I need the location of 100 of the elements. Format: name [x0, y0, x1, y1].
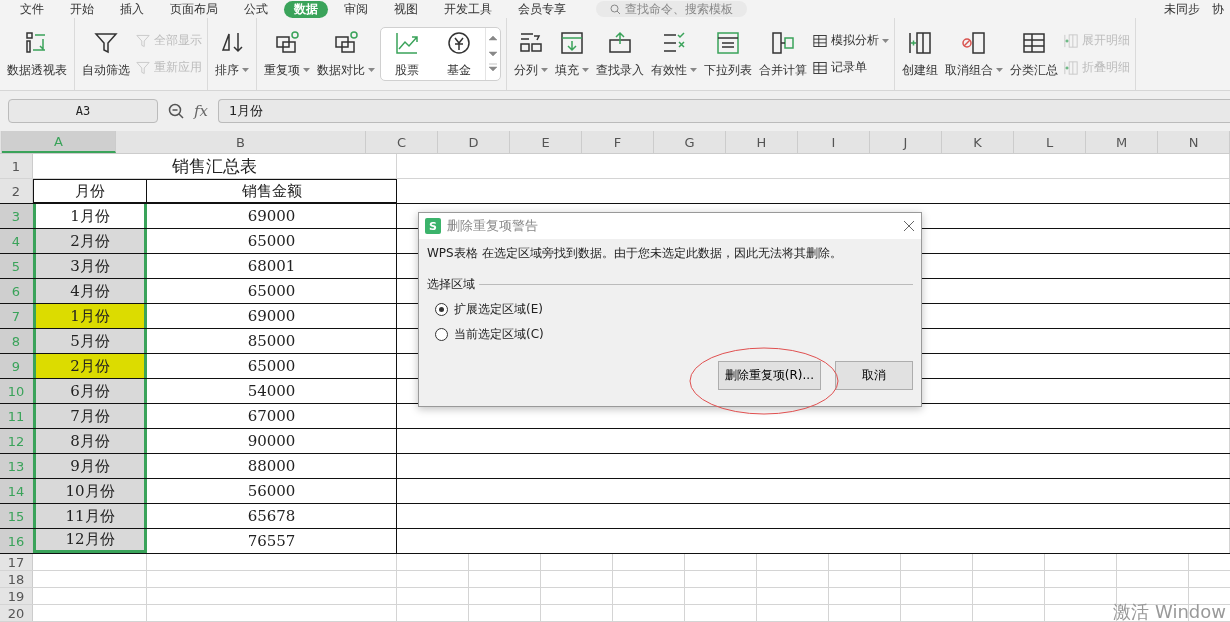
gallery-item[interactable]: 股票 — [381, 28, 433, 80]
dialog-title: 删除重复项警告 — [447, 217, 538, 235]
collab-button[interactable]: 协 — [1212, 0, 1230, 18]
ribbon-button[interactable]: 分列 — [512, 25, 550, 83]
month-cell[interactable]: 10月份 — [33, 479, 147, 503]
amount-cell[interactable]: 65000 — [147, 279, 397, 303]
scroll-arrows-icon[interactable] — [489, 34, 497, 74]
ribbon-button[interactable]: 取消组合 — [943, 25, 1005, 83]
column-header[interactable]: I — [798, 131, 870, 153]
month-cell[interactable]: 4月份 — [33, 279, 147, 303]
amount-cell[interactable]: 69000 — [147, 204, 397, 228]
ribbon-button[interactable]: 模拟分析 — [812, 32, 889, 49]
month-cell[interactable]: 12月份 — [33, 529, 147, 553]
ribbon-button[interactable]: 填充 — [553, 25, 591, 83]
amount-cell[interactable]: 65678 — [147, 504, 397, 528]
close-icon[interactable] — [903, 220, 915, 232]
month-cell[interactable]: 5月份 — [33, 329, 147, 353]
row-header[interactable]: 2 — [0, 179, 33, 203]
ribbon-button[interactable]: 记录单 — [812, 59, 889, 76]
amount-cell[interactable]: 85000 — [147, 329, 397, 353]
menu-tab[interactable]: 审阅 — [334, 0, 378, 18]
column-header[interactable]: C — [366, 131, 438, 153]
overlap-squares-icon — [333, 29, 359, 56]
column-header[interactable]: J — [870, 131, 942, 153]
row-header[interactable]: 20 — [0, 605, 33, 621]
column-header[interactable]: H — [726, 131, 798, 153]
menu-tab[interactable]: 会员专享 — [508, 0, 576, 18]
amount-cell[interactable]: 65000 — [147, 354, 397, 378]
month-cell[interactable]: 2月份 — [33, 229, 147, 253]
list-window-icon — [715, 29, 741, 56]
sync-status[interactable]: 未同步 — [1164, 0, 1206, 18]
column-header[interactable]: B — [116, 131, 366, 153]
amount-cell[interactable]: 67000 — [147, 404, 397, 428]
ribbon-button[interactable]: 数据透视表 — [5, 25, 69, 83]
amount-cell[interactable]: 76557 — [147, 529, 397, 553]
caret-icon — [690, 68, 697, 72]
funnel-icon — [135, 59, 151, 76]
coin-icon — [446, 29, 472, 56]
column-header[interactable]: K — [942, 131, 1014, 153]
name-box[interactable]: A3 — [8, 99, 158, 123]
menu-tab[interactable]: 视图 — [384, 0, 428, 18]
month-cell[interactable]: 11月份 — [33, 504, 147, 528]
amount-cell[interactable]: 68001 — [147, 254, 397, 278]
amount-cell[interactable]: 65000 — [147, 229, 397, 253]
caret-icon — [541, 68, 548, 72]
ribbon-button[interactable]: 有效性 — [649, 25, 699, 83]
column-header[interactable]: M — [1086, 131, 1158, 153]
column-header[interactable]: N — [1158, 131, 1230, 153]
month-cell[interactable]: 8月份 — [33, 429, 147, 453]
ribbon-button[interactable]: 排序 — [213, 25, 251, 83]
ribbon-button[interactable]: 分类汇总 — [1008, 25, 1060, 83]
menu-tab[interactable]: 页面布局 — [160, 0, 228, 18]
amount-cell[interactable]: 88000 — [147, 454, 397, 478]
table-icon — [812, 59, 828, 76]
amount-cell[interactable]: 56000 — [147, 479, 397, 503]
cancel-button[interactable]: 取消 — [835, 361, 913, 390]
table-icon — [812, 32, 828, 49]
ribbon-button[interactable]: 创建组 — [900, 25, 940, 83]
gallery-item[interactable]: 基金 — [433, 28, 485, 80]
zoom-icon[interactable] — [168, 103, 184, 119]
column-header[interactable]: E — [510, 131, 582, 153]
activation-notice: 激活 Window — [1113, 602, 1226, 622]
row-header[interactable]: 1 — [0, 154, 33, 178]
month-cell[interactable]: 1月份 — [33, 204, 147, 228]
month-cell[interactable]: 6月份 — [33, 379, 147, 403]
column-header[interactable]: F — [582, 131, 654, 153]
column-header[interactable]: L — [1014, 131, 1086, 153]
amount-cell[interactable]: 90000 — [147, 429, 397, 453]
month-cell[interactable]: 9月份 — [33, 454, 147, 478]
formula-field[interactable]: 1月份 — [218, 99, 1230, 123]
month-cell[interactable]: 2月份 — [33, 354, 147, 378]
menu-tab[interactable]: 开始 — [60, 0, 104, 18]
caret-icon — [996, 68, 1003, 72]
radio-option[interactable]: 当前选定区域(C) — [435, 326, 913, 343]
ribbon-button[interactable]: 重复项 — [262, 25, 312, 83]
menu-tab[interactable]: 插入 — [110, 0, 154, 18]
menu-tab[interactable]: 开发工具 — [434, 0, 502, 18]
month-cell[interactable]: 3月份 — [33, 254, 147, 278]
ribbon-button[interactable]: 自动筛选 — [80, 25, 132, 83]
amount-cell[interactable]: 69000 — [147, 304, 397, 328]
menu-tab[interactable]: 文件 — [10, 0, 54, 18]
radio-option[interactable]: 扩展选定区域(E) — [435, 301, 913, 318]
row-header[interactable]: 18 — [0, 571, 33, 587]
ribbon-button[interactable]: 数据对比 — [315, 25, 377, 83]
row-header[interactable]: 19 — [0, 588, 33, 604]
ribbon-button[interactable]: 查找录入 — [594, 25, 646, 83]
remove-duplicates-button[interactable]: 删除重复项(R)... — [717, 361, 821, 390]
month-cell[interactable]: 7月份 — [33, 404, 147, 428]
ribbon-button[interactable]: 合并计算 — [757, 25, 809, 83]
column-header[interactable]: G — [654, 131, 726, 153]
ribbon-button[interactable]: 下拉列表 — [702, 25, 754, 83]
menu-tab[interactable]: 公式 — [234, 0, 278, 18]
group-plus-icon — [1063, 59, 1079, 76]
function-button[interactable]: fx — [194, 102, 208, 120]
column-header[interactable]: D — [438, 131, 510, 153]
caret-icon — [582, 68, 589, 72]
month-cell[interactable]: 1月份 — [33, 304, 147, 328]
search-icon — [610, 3, 621, 15]
row-header[interactable]: 17 — [0, 554, 33, 570]
amount-cell[interactable]: 54000 — [147, 379, 397, 403]
